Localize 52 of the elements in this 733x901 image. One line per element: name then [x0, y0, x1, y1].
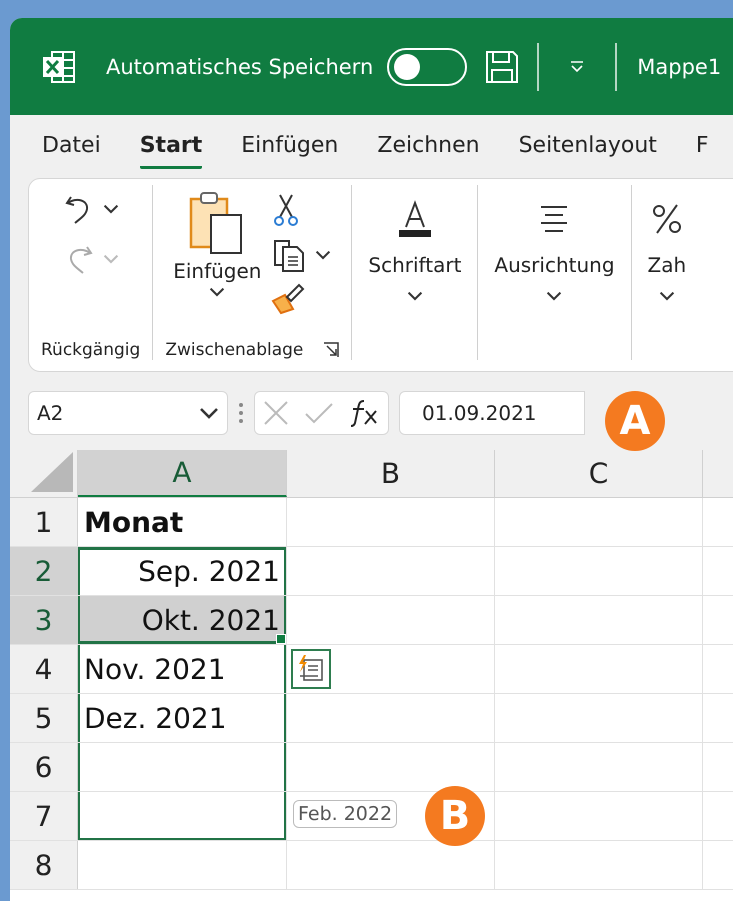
formula-field[interactable]: 01.09.2021 — [399, 391, 585, 435]
ribbon-menu-button[interactable]: Ausrichtung — [494, 185, 615, 301]
table-cell[interactable]: Okt. 2021 — [78, 596, 287, 644]
row-header[interactable]: 2 — [10, 547, 78, 595]
caret-icon[interactable] — [406, 291, 423, 301]
dialog-launcher-icon[interactable] — [323, 342, 340, 358]
font-color-icon — [398, 199, 432, 239]
paste-button[interactable]: Einfügen — [173, 185, 262, 340]
table-cell[interactable]: Nov. 2021 — [78, 645, 287, 693]
spreadsheet-app-icon[interactable] — [42, 50, 76, 84]
row-header[interactable]: 3 — [10, 596, 78, 644]
caret-icon[interactable] — [209, 287, 226, 297]
flash-fill-icon — [296, 654, 326, 684]
row-header[interactable]: 1 — [10, 498, 78, 546]
ribbon-tab[interactable]: F — [696, 124, 709, 168]
group-label: Zwischenablage — [165, 340, 304, 360]
caret-icon[interactable] — [102, 204, 119, 214]
check-icon[interactable] — [304, 402, 334, 424]
row-header[interactable]: 5 — [10, 694, 78, 742]
row-header[interactable]: 6 — [10, 743, 78, 791]
drag-handle-icon — [238, 401, 244, 425]
caret-icon[interactable] — [315, 250, 332, 260]
row-header[interactable]: 8 — [10, 841, 78, 889]
ribbon-tab[interactable]: Zeichnen — [377, 124, 480, 168]
group-label: Rückgängig — [41, 340, 140, 360]
autofill-preview-tooltip: Feb. 2022 — [293, 800, 398, 828]
ribbon-tab[interactable]: Start — [140, 124, 202, 168]
ribbon-tab[interactable]: Einfügen — [241, 124, 338, 168]
table-cell[interactable] — [78, 792, 287, 840]
autosave-label: Automatisches Speichern — [106, 54, 374, 78]
name-box[interactable]: A2 — [28, 391, 228, 435]
autosave-toggle[interactable] — [387, 48, 468, 86]
column-header[interactable]: A — [78, 450, 287, 497]
table-cell[interactable]: Dez. 2021 — [78, 694, 287, 742]
annotation-badge: A — [605, 391, 665, 451]
paintbrush-icon[interactable] — [271, 283, 306, 315]
ribbon-tab[interactable]: Datei — [42, 124, 101, 168]
row-header[interactable]: 4 — [10, 645, 78, 693]
save-icon[interactable] — [485, 50, 520, 84]
caret-icon[interactable] — [546, 291, 562, 301]
caret-icon[interactable] — [658, 291, 675, 301]
ribbon-menu-button[interactable]: Schriftart — [368, 185, 462, 301]
ribbon-tab[interactable]: Seitenlayout — [518, 124, 657, 168]
fill-handle[interactable] — [276, 634, 286, 644]
table-cell[interactable] — [78, 743, 287, 791]
autofill-options-button[interactable] — [291, 649, 331, 689]
ribbon-menu-button[interactable]: Zah — [648, 185, 686, 301]
customize-menu-icon[interactable] — [569, 60, 586, 74]
row-header[interactable]: 7 — [10, 792, 78, 840]
table-cell[interactable]: Sep. 2021 — [78, 547, 287, 595]
window-title: Mappe1 — [637, 54, 722, 78]
annotation-badge: B — [425, 786, 485, 846]
